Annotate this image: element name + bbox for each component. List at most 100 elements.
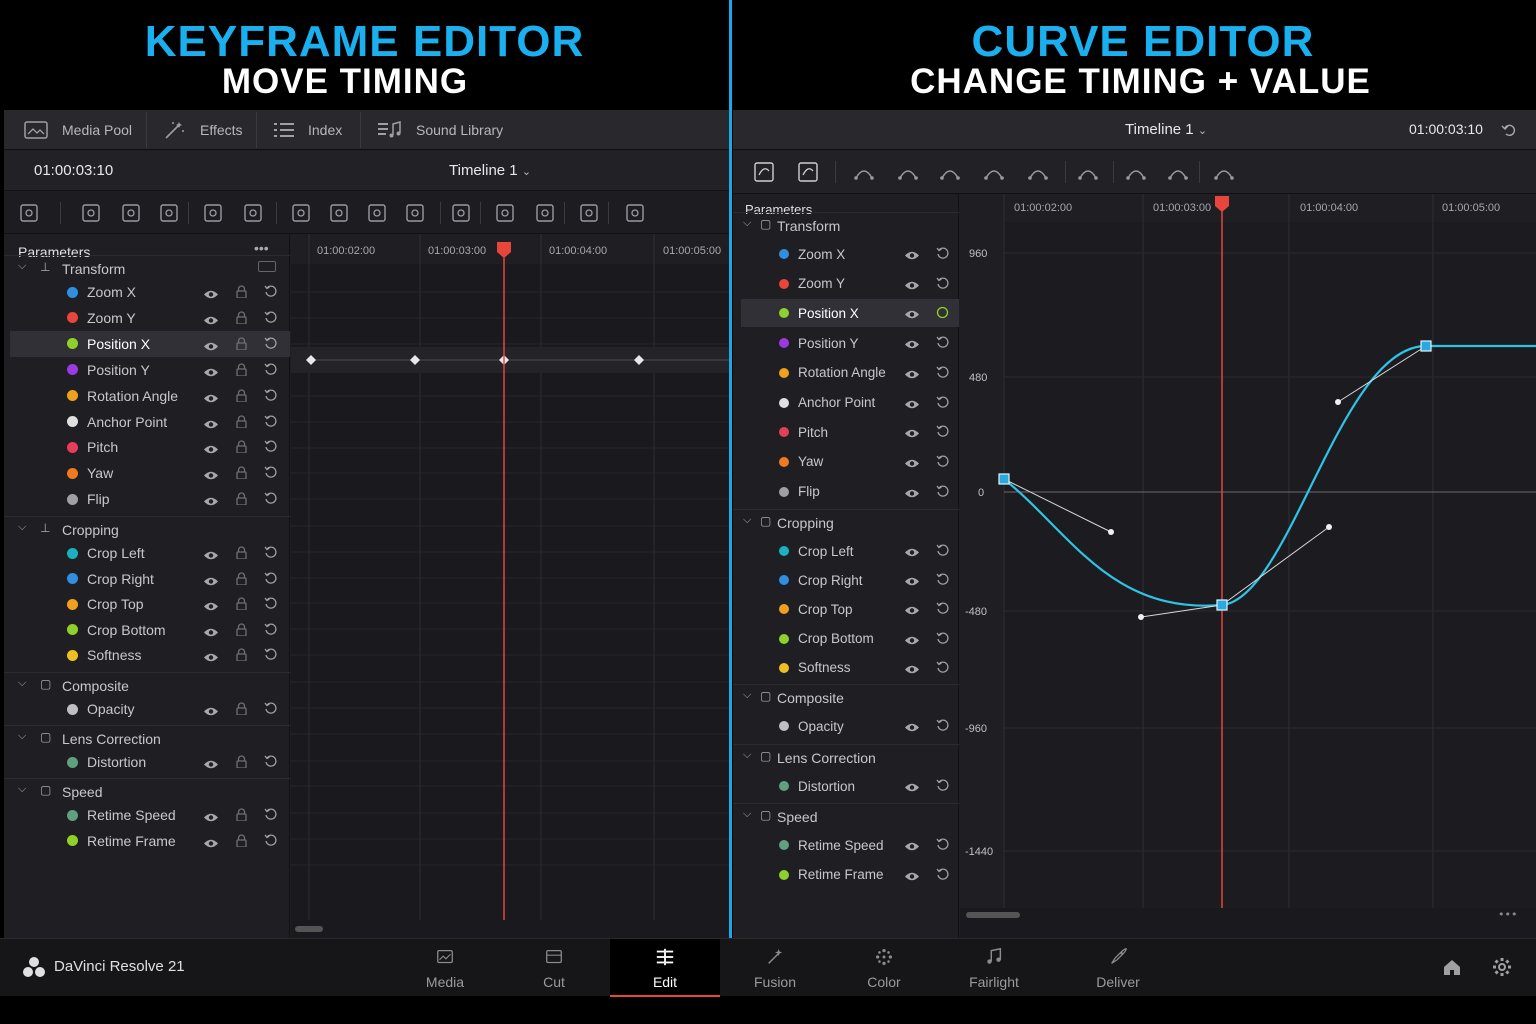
bezier-handle[interactable] (1326, 524, 1332, 530)
param-row-position-x[interactable]: Position X (10, 330, 290, 357)
linear-icon[interactable] (202, 202, 224, 224)
visibility-eye-icon[interactable] (904, 487, 920, 502)
reset-icon[interactable] (264, 389, 277, 405)
chevron-down-icon[interactable]: ⌵ (18, 677, 26, 690)
link-icon[interactable] (290, 202, 312, 224)
visibility-eye-icon[interactable] (203, 365, 219, 381)
visibility-eye-icon[interactable] (904, 338, 920, 353)
visibility-eye-icon[interactable] (203, 650, 219, 666)
param-row-distortion[interactable]: Distortion (10, 749, 290, 775)
curve-group-header-composite[interactable]: ⌵ ▢ Composite (733, 684, 959, 710)
undo-icon[interactable] (1501, 123, 1519, 137)
reset-icon[interactable] (264, 808, 277, 824)
curve-group-header-speed[interactable]: ⌵ ▢ Speed (733, 803, 959, 829)
reset-icon[interactable] (936, 544, 949, 560)
curve-param-row-opacity[interactable]: Opacity (741, 712, 959, 740)
page-tab-fairlight[interactable]: Fairlight (939, 939, 1049, 997)
reset-icon[interactable] (936, 632, 949, 648)
step-icon[interactable] (939, 161, 961, 183)
param-row-flip[interactable]: Flip (10, 486, 290, 512)
bezier-icon[interactable] (242, 202, 264, 224)
visibility-eye-icon[interactable] (203, 625, 219, 641)
param-row-pitch[interactable]: Pitch (10, 434, 290, 460)
page-tab-cut[interactable]: Cut (499, 939, 609, 997)
visibility-eye-icon[interactable] (203, 599, 219, 615)
group-header-speed[interactable]: ⌵ ▢ Speed (4, 778, 290, 804)
reset-icon[interactable] (264, 466, 277, 482)
param-row-crop-left[interactable]: Crop Left (10, 540, 290, 566)
param-row-anchor-point[interactable]: Anchor Point (10, 409, 290, 435)
chevron-down-icon[interactable]: ⌵ (743, 749, 751, 762)
reset-icon[interactable] (936, 868, 949, 884)
visibility-eye-icon[interactable] (904, 840, 920, 855)
lock-icon[interactable] (236, 311, 247, 327)
param-row-retime-frame[interactable]: Retime Frame (10, 828, 290, 854)
visibility-eye-icon[interactable] (904, 457, 920, 472)
visibility-eye-icon[interactable] (203, 287, 219, 303)
settings-gear-icon[interactable] (1492, 957, 1512, 977)
loop-icon[interactable] (450, 202, 472, 224)
curve-graph-area[interactable]: 01:00:02:00 01:00:03:00 01:00:04:00 01:00:0… (960, 194, 1536, 938)
chevron-down-icon[interactable]: ⌵ (743, 217, 751, 230)
visibility-eye-icon[interactable] (904, 368, 920, 383)
visibility-eye-icon[interactable] (904, 398, 920, 413)
curve-param-row-softness[interactable]: Softness (741, 654, 959, 682)
home-icon[interactable] (1442, 958, 1462, 976)
visibility-eye-icon[interactable] (203, 468, 219, 484)
reset-icon[interactable] (264, 834, 277, 850)
param-row-softness[interactable]: Softness (10, 642, 290, 668)
reset-icon[interactable] (936, 661, 949, 677)
visibility-eye-icon[interactable] (904, 634, 920, 649)
lock-icon[interactable] (236, 648, 247, 664)
visibility-eye-icon[interactable] (203, 494, 219, 510)
lock-icon[interactable] (236, 572, 247, 588)
bezier-icon[interactable] (1027, 161, 1049, 183)
chevron-down-icon[interactable]: ⌵ (743, 689, 751, 702)
reset-icon[interactable] (936, 247, 949, 263)
visibility-eye-icon[interactable] (904, 870, 920, 885)
param-row-position-y[interactable]: Position Y (10, 357, 290, 383)
fit-view-icon[interactable] (18, 202, 40, 224)
page-tab-color[interactable]: Color (829, 939, 939, 997)
visibility-eye-icon[interactable] (904, 575, 920, 590)
reset-icon[interactable] (264, 440, 277, 456)
lock-icon[interactable] (236, 389, 247, 405)
bezier-handle[interactable] (1138, 614, 1144, 620)
chevron-down-icon[interactable]: ⌵ (18, 730, 26, 743)
curve-param-row-retime-speed[interactable]: Retime Speed (741, 831, 959, 859)
visibility-eye-icon[interactable] (203, 810, 219, 826)
visibility-eye-icon[interactable] (904, 781, 920, 796)
page-tab-edit[interactable]: Edit (610, 939, 720, 997)
reset-icon[interactable] (936, 455, 949, 471)
reset-icon[interactable] (936, 719, 949, 735)
lock-icon[interactable] (236, 833, 247, 850)
reset-icon[interactable] (264, 311, 277, 327)
lock-icon[interactable] (236, 546, 247, 562)
group-header-cropping[interactable]: ⌵ ⊥ Cropping (4, 516, 290, 542)
linear-icon[interactable] (897, 161, 919, 183)
visibility-eye-icon[interactable] (203, 313, 219, 329)
lock-icon[interactable] (236, 363, 247, 379)
lock-icon[interactable] (236, 466, 247, 482)
visibility-eye-icon[interactable] (203, 836, 219, 852)
visibility-eye-icon[interactable] (904, 663, 920, 678)
chevron-down-icon[interactable]: ⌵ (18, 521, 26, 534)
visibility-eye-icon[interactable] (904, 604, 920, 619)
curve-param-row-retime-frame[interactable]: Retime Frame (741, 861, 959, 889)
reset-icon[interactable] (936, 366, 949, 382)
more-options-icon[interactable]: ••• (254, 240, 269, 256)
reset-icon[interactable] (936, 573, 949, 589)
group-header-lens-correction[interactable]: ⌵ ▢ Lens Correction (4, 725, 290, 751)
lock-icon[interactable] (236, 414, 247, 431)
horizontal-scrollbar[interactable] (295, 926, 323, 932)
reset-icon[interactable] (264, 415, 277, 431)
visibility-eye-icon[interactable] (904, 279, 920, 294)
param-row-zoom-x[interactable]: Zoom X (10, 279, 290, 305)
curve-group-header-cropping[interactable]: ⌵ ▢ Cropping (733, 509, 959, 535)
curve-group-header-transform[interactable]: ⌵ ▢ Transform (733, 212, 959, 238)
reset-icon[interactable] (936, 485, 949, 501)
reverse-icon[interactable] (404, 202, 426, 224)
group-header-composite[interactable]: ⌵ ▢ Composite (4, 672, 290, 698)
more-options-icon[interactable]: ••• (1498, 908, 1517, 921)
reset-icon[interactable] (936, 838, 949, 854)
